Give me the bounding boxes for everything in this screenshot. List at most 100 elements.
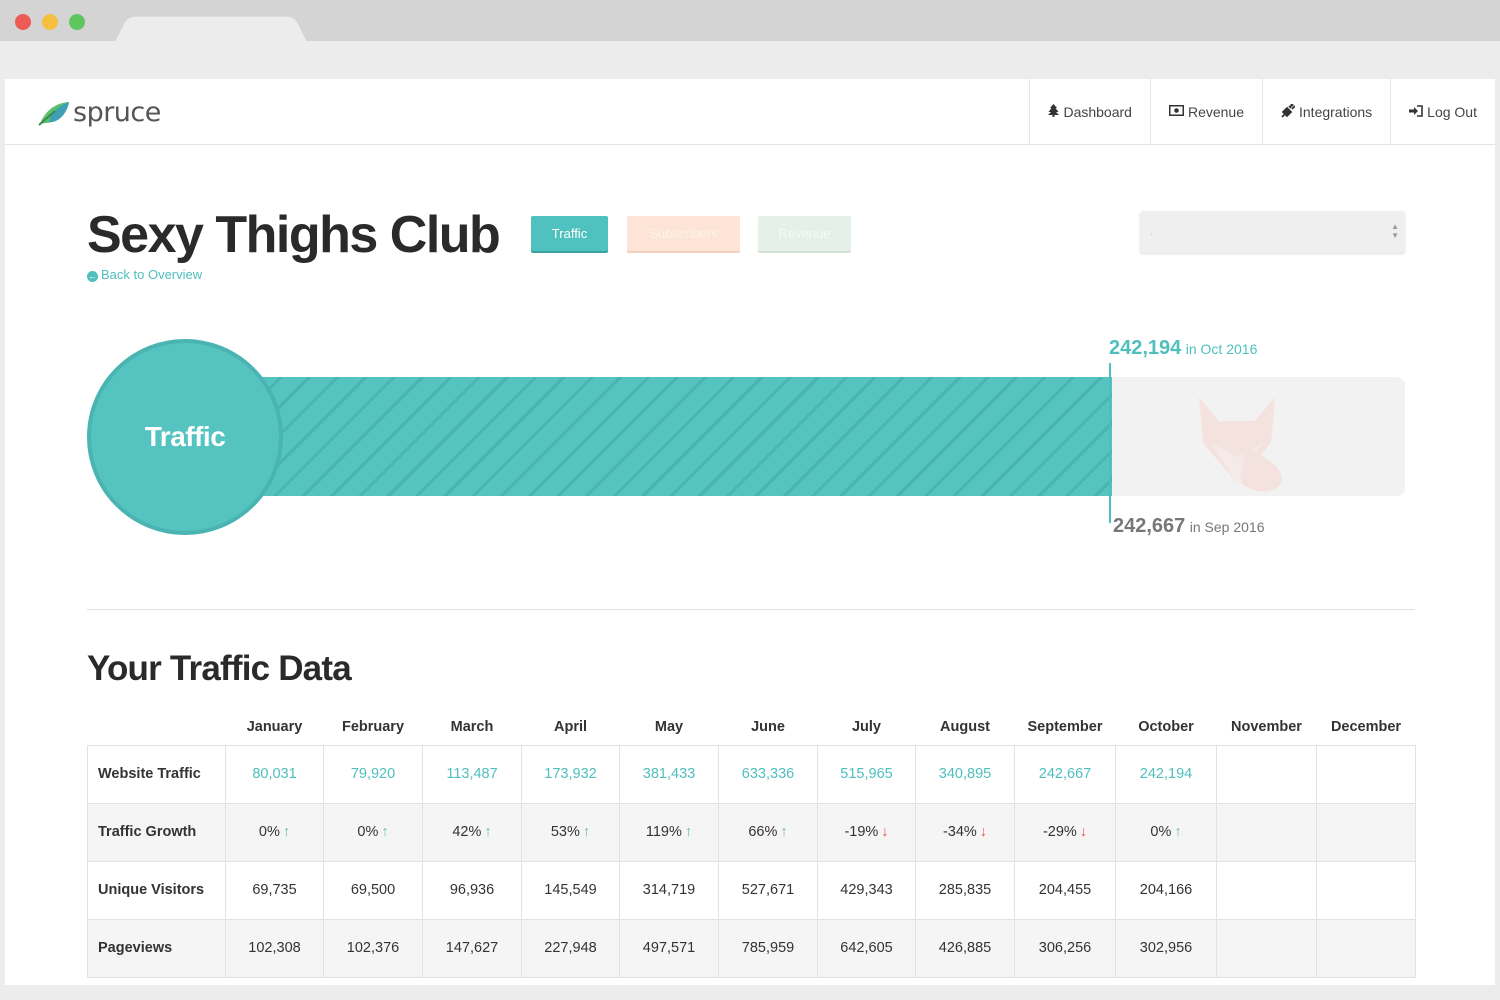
cell-value: 96,936 <box>449 882 495 898</box>
nav-logout-label: Log Out <box>1427 104 1477 120</box>
table-cell: 145,549 <box>521 860 620 920</box>
nav-dashboard[interactable]: Dashboard <box>1029 79 1150 145</box>
table-cell: 147,627 <box>422 918 522 978</box>
table-cell: 119% ↑ <box>619 802 719 862</box>
nav-integrations[interactable]: Integrations <box>1262 79 1390 145</box>
current-value: 242,194 in Oct 2016 <box>1109 337 1257 360</box>
table-row: Website Traffic 80,031 79,920 113,487 173,93… <box>87 744 1416 804</box>
logo[interactable]: spruce <box>37 95 161 129</box>
page-title: Sexy Thighs Club <box>87 206 501 264</box>
tab-subscribers[interactable]: Subscribers <box>627 216 740 251</box>
table-cell <box>1316 860 1416 920</box>
cell-value: -34% <box>942 824 977 840</box>
progress-marker <box>1109 363 1111 523</box>
cell-value: 340,895 <box>938 766 992 782</box>
cell-value: 785,959 <box>741 940 795 956</box>
select-arrows-icon: ▲ ▼ <box>1391 222 1399 240</box>
table-cell: -29% ↓ <box>1014 802 1116 862</box>
table-cell: 285,835 <box>915 860 1015 920</box>
cell-value: 515,965 <box>840 766 893 782</box>
nav-logout[interactable]: Log Out <box>1390 79 1495 145</box>
cell-value: 285,835 <box>938 882 992 898</box>
cell-value: 204,455 <box>1038 882 1092 898</box>
traffic-data-table: January February March April May June July Augu… <box>87 709 1416 978</box>
arrow-up-icon: ↑ <box>484 824 492 840</box>
cell-value: 381,433 <box>642 766 696 782</box>
table-cell: 642,605 <box>817 918 916 978</box>
column-header: September <box>1027 718 1103 735</box>
table-cell: 69,500 <box>323 860 423 920</box>
logo-text: spruce <box>73 96 161 128</box>
browser-tab[interactable] <box>115 16 307 42</box>
table-cell: -19% ↓ <box>817 802 916 862</box>
table-cell: 497,571 <box>619 918 719 978</box>
cell-value: 42% <box>452 824 482 840</box>
cell-value: 53% <box>550 824 580 840</box>
table-cell[interactable]: 113,487 <box>422 744 522 804</box>
cell-value: 0% <box>357 824 379 840</box>
browser-toolbar <box>0 41 1500 79</box>
cell-value: 119% <box>645 824 682 840</box>
fox-icon <box>1199 397 1282 492</box>
period-select[interactable]: . ▲ ▼ <box>1140 211 1405 253</box>
table-cell <box>1316 918 1416 978</box>
arrow-up-icon: ↑ <box>381 824 389 840</box>
previous-value: 242,667 in Sep 2016 <box>1113 515 1264 538</box>
table-cell: 69,735 <box>225 860 324 920</box>
cell-value: 69,500 <box>350 882 396 898</box>
table-row: Pageviews 102,308 102,376 147,627 227,948 497… <box>87 918 1416 978</box>
table-cell <box>1216 918 1317 978</box>
current-value-number: 242,194 <box>1109 337 1182 359</box>
table-cell[interactable]: 79,920 <box>323 744 423 804</box>
cell-value: 497,571 <box>642 940 696 956</box>
table-cell[interactable]: 381,433 <box>619 744 719 804</box>
cell-value: 426,885 <box>938 940 992 956</box>
cell-value: 69,735 <box>252 882 297 898</box>
table-cell: 227,948 <box>521 918 620 978</box>
cell-value: 242,194 <box>1139 766 1193 782</box>
minimize-window-button[interactable] <box>42 14 58 30</box>
tab-traffic[interactable]: Traffic <box>531 216 608 251</box>
previous-value-period: in Sep 2016 <box>1189 519 1265 535</box>
cell-value: 79,920 <box>350 766 396 782</box>
table-cell[interactable]: 173,932 <box>521 744 620 804</box>
cell-value: 314,719 <box>642 882 696 898</box>
table-cell[interactable]: 242,667 <box>1014 744 1116 804</box>
table-cell[interactable]: 242,194 <box>1115 744 1217 804</box>
table-cell: 66% ↑ <box>718 802 818 862</box>
leaf-icon <box>38 102 69 126</box>
nav-revenue[interactable]: Revenue <box>1149 79 1262 145</box>
maximize-window-button[interactable] <box>69 14 85 30</box>
top-nav: spruce Dashboard Revenue Integrations Lo… <box>5 79 1495 145</box>
arrow-circle-left-icon: ← <box>87 271 98 282</box>
column-header: October <box>1138 718 1194 735</box>
column-header: April <box>553 718 588 735</box>
arrow-up-icon: ↑ <box>684 824 693 840</box>
table-cell[interactable]: 515,965 <box>817 744 916 804</box>
table-cell[interactable]: 80,031 <box>225 744 324 804</box>
cell-value: 204,166 <box>1139 882 1193 898</box>
table-cell: 426,885 <box>915 918 1015 978</box>
table-cell[interactable]: 340,895 <box>915 744 1015 804</box>
arrow-up-icon: ↑ <box>780 824 788 840</box>
cell-value: 0% <box>1150 824 1172 840</box>
nav-revenue-label: Revenue <box>1187 104 1244 120</box>
row-label: Unique Visitors <box>87 860 226 920</box>
cell-value: 147,627 <box>445 940 499 956</box>
column-header: July <box>851 718 881 735</box>
nav-integrations-label: Integrations <box>1299 104 1373 120</box>
row-label: Traffic Growth <box>87 802 226 862</box>
section-title: Your Traffic Data <box>87 649 352 688</box>
table-cell: 0% ↑ <box>323 802 423 862</box>
table-cell: 527,671 <box>718 860 818 920</box>
progress-bar-fill <box>255 377 1112 496</box>
cell-value: 66% <box>748 824 778 840</box>
column-header: November <box>1231 718 1302 735</box>
close-window-button[interactable] <box>15 14 31 30</box>
back-to-overview-link[interactable]: ← Back to Overview <box>87 267 202 282</box>
tab-revenue[interactable]: Revenue <box>758 216 851 251</box>
table-cell[interactable]: 633,336 <box>718 744 818 804</box>
previous-value-number: 242,667 <box>1113 515 1186 537</box>
column-header: August <box>940 718 990 735</box>
cell-value: 642,605 <box>840 940 893 956</box>
